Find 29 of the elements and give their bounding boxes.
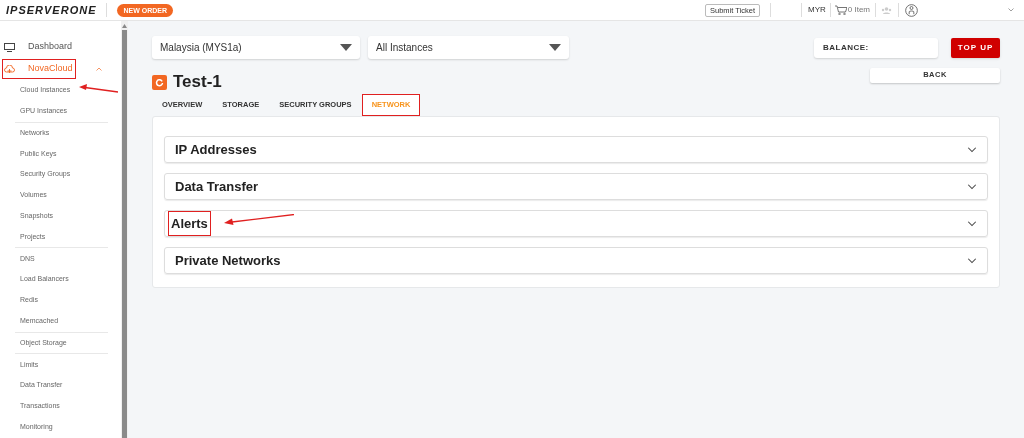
region-dropdown[interactable]: Malaysia (MYS1a) bbox=[152, 36, 360, 59]
instances-dropdown[interactable]: All Instances bbox=[368, 36, 569, 59]
cart-count[interactable]: 0 Item bbox=[847, 4, 870, 16]
logo[interactable]: IPSERVERONE bbox=[6, 1, 97, 19]
cloud-icon bbox=[4, 64, 15, 74]
users-icon[interactable] bbox=[881, 6, 892, 14]
user-icon[interactable] bbox=[905, 3, 918, 17]
accordion-header[interactable]: Data Transfer bbox=[164, 173, 988, 200]
currency-label[interactable]: MYR bbox=[808, 4, 826, 16]
accordion-header[interactable]: Private Networks bbox=[164, 247, 988, 274]
monitor-icon bbox=[4, 42, 15, 52]
accordion-header[interactable]: IP Addresses bbox=[164, 136, 988, 163]
caret-icon bbox=[340, 44, 352, 51]
refresh-icon bbox=[152, 74, 167, 90]
cart-icon bbox=[834, 5, 847, 15]
section-title: Data Transfer bbox=[175, 177, 259, 196]
chevron-down-icon bbox=[1008, 8, 1014, 12]
balance-field: BALANCE: bbox=[814, 37, 938, 58]
top-up-button[interactable]: TOP UP bbox=[951, 37, 1000, 58]
sidebar-item[interactable]: Dashboard bbox=[28, 40, 73, 54]
accordion-header[interactable]: Alerts bbox=[164, 210, 988, 237]
annotation-arrow bbox=[224, 214, 294, 226]
scrollbar-thumb[interactable] bbox=[122, 30, 127, 438]
instance-title: Test-1 bbox=[173, 71, 222, 94]
section-title: Alerts bbox=[169, 211, 210, 236]
scroll-up-icon[interactable] bbox=[122, 24, 127, 28]
caret-icon bbox=[549, 44, 561, 51]
section-title: Private Networks bbox=[175, 251, 281, 270]
section-title: IP Addresses bbox=[175, 140, 257, 159]
